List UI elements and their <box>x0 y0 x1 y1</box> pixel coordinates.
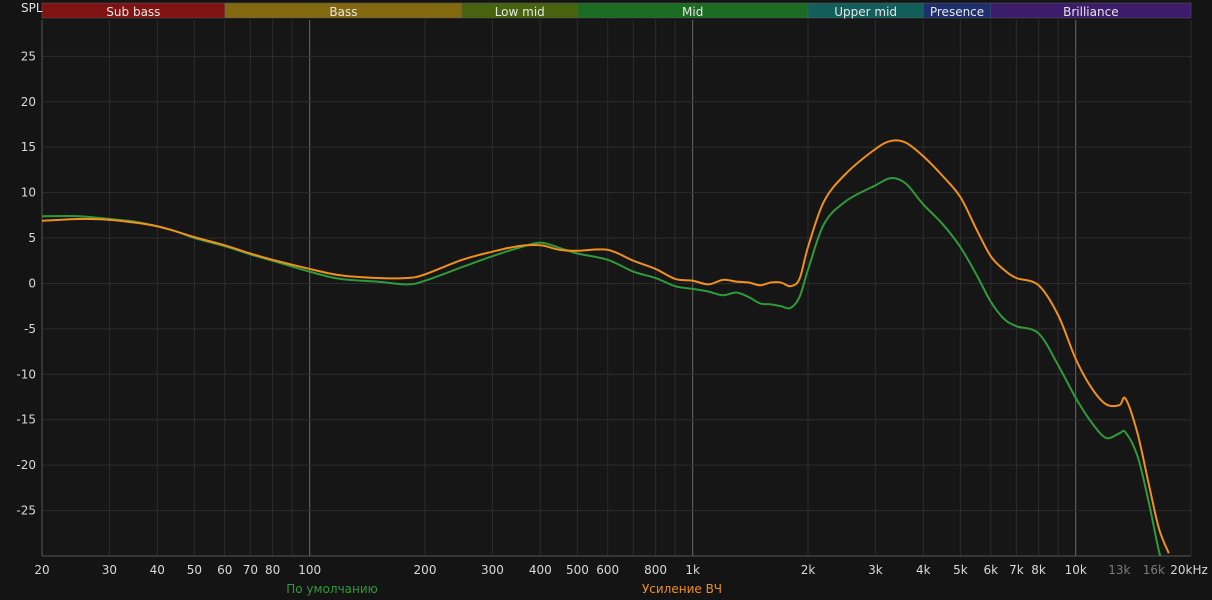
x-tick-label: 60 <box>217 563 232 577</box>
x-tick-label: 3k <box>868 563 883 577</box>
x-tick-label: 2k <box>801 563 816 577</box>
frequency-response-chart: Sub bass Bass Low mid Mid Upper mid Presence B… <box>16 1 1207 596</box>
x-tick-label: 5k <box>953 563 968 577</box>
frequency-bands: Sub bass Bass Low mid Mid Upper mid Presence B… <box>41 2 1192 19</box>
plot-area <box>42 20 1191 556</box>
x-tick-label: 4k <box>916 563 931 577</box>
x-tick-label: 40 <box>150 563 165 577</box>
y-tick-label: -20 <box>16 458 36 472</box>
x-tick-label: 70 <box>243 563 258 577</box>
x-tick-label: 8k <box>1031 563 1046 577</box>
x-tick-label: 100 <box>298 563 321 577</box>
x-tick-label: 400 <box>529 563 552 577</box>
band-label: Presence <box>930 5 984 19</box>
x-tick-label: 20kHz <box>1170 563 1208 577</box>
y-tick-label: 0 <box>28 276 36 290</box>
x-tick-label: 200 <box>414 563 437 577</box>
y-tick-label: 10 <box>21 186 36 200</box>
x-tick-label: 7k <box>1009 563 1024 577</box>
x-tick-label: 13k <box>1108 563 1130 577</box>
y-tick-label: 20 <box>21 95 36 109</box>
legend: По умолчанию Усиление ВЧ <box>286 582 722 596</box>
y-tick-label: -5 <box>24 322 36 336</box>
x-tick-label: 800 <box>644 563 667 577</box>
y-tick-label: 15 <box>21 140 36 154</box>
x-tick-label: 6k <box>983 563 998 577</box>
x-axis-ticks: 20 30 40 50 60 70 80 100 200 300 400 500 600 800 1k 2k 3… <box>34 563 1207 577</box>
y-tick-label: -15 <box>16 413 36 427</box>
x-tick-label: 500 <box>566 563 589 577</box>
band-label: Bass <box>329 5 357 19</box>
x-tick-label: 600 <box>596 563 619 577</box>
x-tick-label: 16k <box>1143 563 1165 577</box>
x-tick-label: 30 <box>102 563 117 577</box>
y-tick-label: 25 <box>21 49 36 63</box>
band-label: Low mid <box>495 5 545 19</box>
band-label: Mid <box>682 5 703 19</box>
band-label: Brilliance <box>1063 5 1118 19</box>
band-label: Upper mid <box>834 5 897 19</box>
y-axis-ticks: 25 20 15 10 5 0 -5 -10 -15 -20 -25 <box>16 49 36 517</box>
y-tick-label: 5 <box>28 231 36 245</box>
grid-lines <box>41 20 1192 557</box>
x-tick-label: 1k <box>685 563 700 577</box>
legend-entry: По умолчанию <box>286 582 378 596</box>
x-tick-label: 80 <box>265 563 280 577</box>
x-tick-label: 300 <box>481 563 504 577</box>
x-tick-label: 10k <box>1065 563 1087 577</box>
x-tick-label: 20 <box>34 563 49 577</box>
y-tick-label: -25 <box>16 504 36 518</box>
x-tick-label: 50 <box>187 563 202 577</box>
y-axis-label: SPL <box>21 1 43 15</box>
band-label: Sub bass <box>106 5 160 19</box>
legend-entry: Усиление ВЧ <box>642 582 722 596</box>
y-tick-label: -10 <box>16 367 36 381</box>
